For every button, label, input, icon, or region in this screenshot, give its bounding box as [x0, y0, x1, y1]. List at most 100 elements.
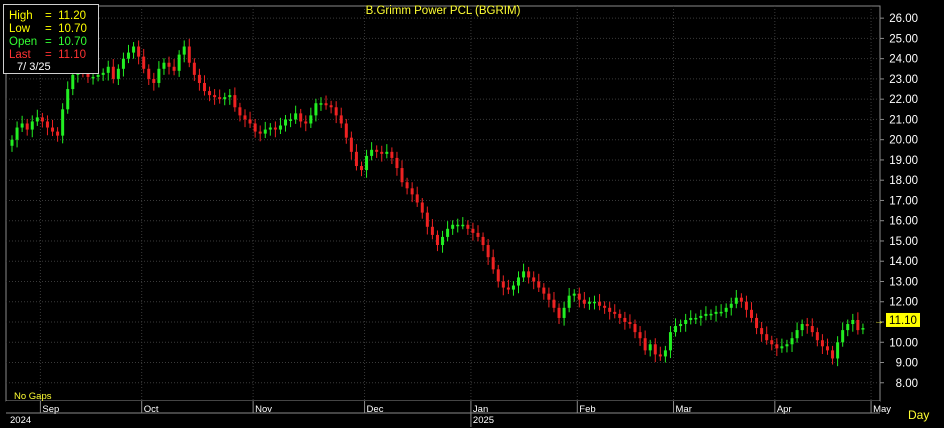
candle-body: [268, 127, 272, 130]
candle-body: [213, 95, 217, 98]
candle-body: [182, 46, 186, 55]
candle-body: [527, 271, 531, 278]
candle-body: [582, 299, 586, 304]
x-month-label: Nov: [255, 404, 272, 415]
candle-body: [598, 301, 602, 306]
candle-body: [846, 324, 850, 331]
candle-body: [633, 324, 637, 333]
candle-body: [613, 311, 617, 314]
last-value: = 11.10: [45, 49, 87, 61]
candle-body: [263, 129, 267, 134]
candle-body: [552, 299, 556, 308]
open-value: = 10.70: [45, 36, 87, 48]
candle-body: [679, 324, 683, 327]
y-tick-label: 13.00: [889, 276, 918, 288]
candle-body: [258, 131, 262, 134]
candle-body: [461, 224, 465, 227]
candle-body: [405, 182, 409, 189]
candle-body: [744, 301, 748, 310]
period-label[interactable]: Day: [908, 408, 929, 422]
info-low: Low = 10.70: [9, 23, 87, 35]
candle-body: [537, 281, 541, 288]
candle-body: [577, 293, 581, 300]
y-tick-label: 20.00: [889, 135, 918, 147]
candle-body: [820, 340, 824, 347]
candle-body: [349, 137, 353, 152]
y-tick-label: 23.00: [889, 74, 918, 86]
price-info-box: High = 11.20 Low = 10.70 Open = 10.70 Last =…: [3, 4, 99, 74]
candle-body: [643, 338, 647, 351]
candle-body: [344, 123, 348, 138]
candle-body: [724, 307, 728, 312]
x-month-label: Sep: [42, 404, 59, 415]
candle-body: [142, 56, 146, 69]
candle-body: [111, 66, 115, 79]
candle-body: [390, 151, 394, 158]
y-tick-label: 17.00: [889, 195, 918, 207]
candle-body: [663, 350, 667, 357]
candle-body: [15, 127, 19, 140]
candle-body: [121, 58, 125, 69]
candle-body: [750, 309, 754, 318]
price-chart[interactable]: 8.009.0010.0011.0012.0013.0014.0015.0016…: [0, 0, 944, 428]
candle-body: [861, 328, 865, 330]
info-last: Last = 11.10: [9, 49, 86, 61]
candle-body: [329, 105, 333, 108]
candle-body: [410, 188, 414, 195]
candle-body: [380, 151, 384, 154]
last-label: Last: [9, 49, 31, 61]
y-tick-label: 14.00: [889, 256, 918, 268]
candle-body: [253, 123, 257, 132]
y-tick-label: 16.00: [889, 216, 918, 228]
candle-body: [284, 119, 288, 126]
candle-body: [61, 109, 65, 136]
candle-body: [517, 277, 521, 286]
candle-body: [638, 332, 642, 339]
candle-body: [739, 297, 743, 302]
candle-body: [10, 139, 14, 146]
candle-body: [825, 346, 829, 351]
x-month-label: May: [873, 404, 891, 415]
candle-body: [451, 224, 455, 229]
candle-body: [197, 74, 201, 83]
candle-body: [562, 307, 566, 318]
candle-body: [96, 74, 100, 77]
candle-body: [106, 66, 110, 73]
candle-body: [587, 301, 591, 304]
y-tick-label: 25.00: [889, 33, 918, 45]
candle-body: [243, 115, 247, 120]
candle-body: [668, 332, 672, 351]
y-tick-label: 26.00: [889, 13, 918, 25]
candle-body: [319, 103, 323, 105]
candle-body: [415, 194, 419, 203]
candle-body: [233, 95, 237, 108]
candle-body: [228, 95, 232, 98]
candle-body: [841, 330, 845, 343]
y-tick-label: 22.00: [889, 94, 918, 106]
candle-body: [532, 277, 536, 282]
candle-body: [653, 344, 657, 355]
y-tick-label: 15.00: [889, 236, 918, 248]
y-tick-label: 12.00: [889, 297, 918, 309]
y-tick-label: 10.00: [889, 337, 918, 349]
candle-body: [167, 62, 171, 67]
candle-body: [780, 346, 784, 349]
candle-body: [618, 313, 622, 318]
candle-body: [35, 117, 39, 122]
chart-title: B.Grimm Power PCL (BGRIM): [366, 5, 521, 17]
candle-body: [684, 319, 688, 325]
candle-body: [359, 166, 363, 171]
candle-body: [522, 271, 526, 278]
candle-body: [760, 328, 764, 335]
candle-body: [71, 74, 75, 90]
candle-body: [658, 354, 662, 357]
no-gaps-label: No Gaps: [14, 391, 52, 402]
candle-body: [385, 151, 389, 154]
candle-body: [851, 319, 855, 325]
candle-body: [704, 313, 708, 316]
x-month-label: Jan: [473, 404, 488, 415]
candle-body: [734, 297, 738, 304]
candle-body: [572, 293, 576, 296]
plot-area: [5, 5, 881, 402]
low-value: = 10.70: [45, 23, 87, 35]
